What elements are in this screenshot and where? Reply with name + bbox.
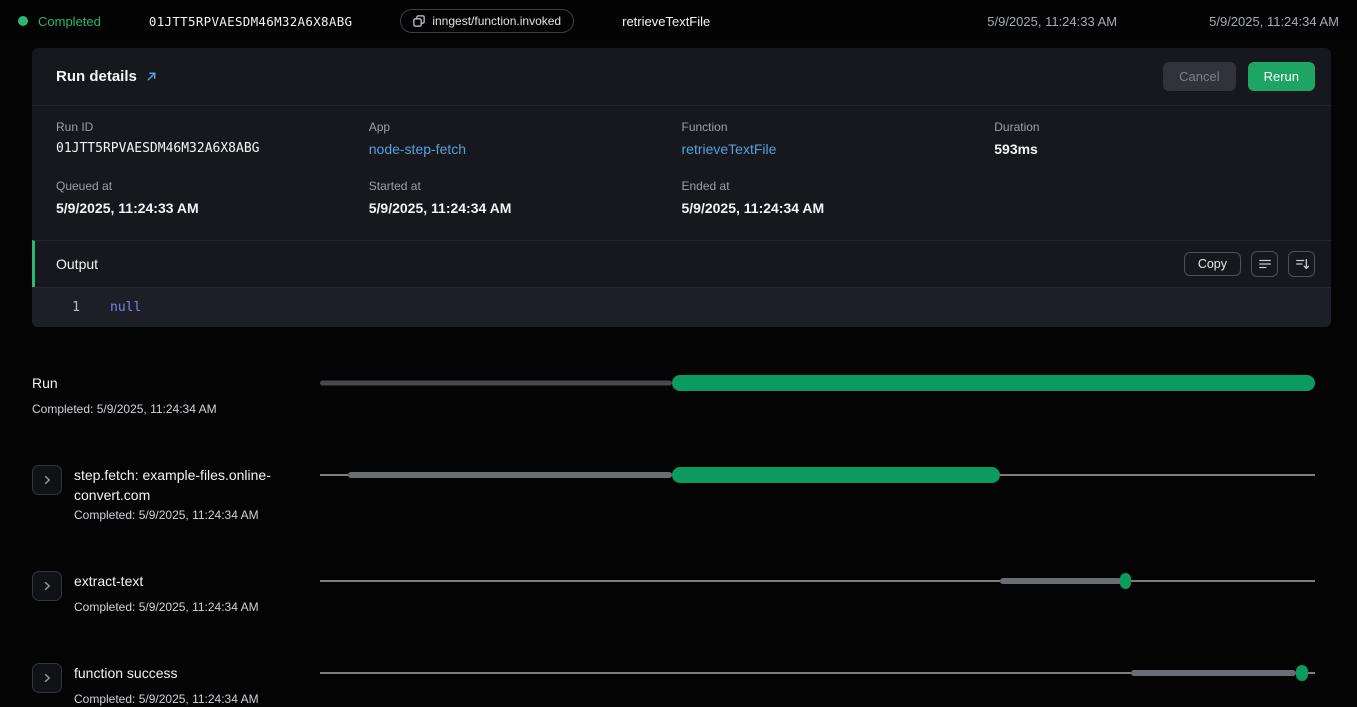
function-link[interactable]: retrieveTextFile — [682, 141, 995, 157]
topbar-left: Completed 01JTT5RPVAESDM46M32A6X8ABG inn… — [18, 9, 710, 33]
header-buttons: Cancel Rerun — [1163, 62, 1315, 91]
panel-title: Run details — [56, 68, 158, 85]
output-title: Output — [56, 256, 98, 272]
event-badge-label: inngest/function.invoked — [432, 14, 561, 28]
scroll-to-bottom-icon — [1295, 257, 1309, 271]
run-details-panel: Run details Cancel Rerun Run ID 01JTT5RP… — [32, 48, 1331, 327]
topbar-function-name: retrieveTextFile — [622, 14, 710, 29]
timeline-row-completed: Completed: 5/9/2025, 11:24:34 AM — [74, 692, 259, 707]
event-badge[interactable]: inngest/function.invoked — [400, 9, 574, 33]
output-header: Output Copy — [32, 240, 1331, 287]
cancel-button[interactable]: Cancel — [1163, 62, 1235, 91]
timeline-row-extract-text: extract-text Completed: 5/9/2025, 11:24:… — [0, 571, 1357, 615]
copy-button[interactable]: Copy — [1184, 252, 1241, 276]
field-run-id: Run ID 01JTT5RPVAESDM46M32A6X8ABG — [56, 120, 369, 157]
chevron-right-icon — [41, 474, 53, 486]
timeline-row-name: step.fetch: example-files.online-convert… — [74, 465, 306, 505]
timeline-row-function-success: function success Completed: 5/9/2025, 11… — [0, 663, 1357, 707]
timeline-row-name: Run — [32, 373, 217, 393]
timeline-row-info: Run Completed: 5/9/2025, 11:24:34 AM — [32, 373, 320, 417]
timeline-row-completed: Completed: 5/9/2025, 11:24:34 AM — [74, 508, 306, 523]
status-label: Completed — [38, 14, 101, 29]
run-details-fields: Run ID 01JTT5RPVAESDM46M32A6X8ABG App no… — [32, 106, 1331, 240]
field-function: Function retrieveTextFile — [682, 120, 995, 157]
field-value-run-id: 01JTT5RPVAESDM46M32A6X8ABG — [56, 141, 369, 156]
timeline-row-info: extract-text Completed: 5/9/2025, 11:24:… — [32, 571, 320, 615]
timeline-track-run[interactable] — [320, 367, 1315, 399]
run-status: Completed — [18, 14, 101, 29]
timeline-baseline — [320, 581, 1315, 582]
timeline-segment-active — [672, 375, 1315, 391]
timeline-row-step-fetch: step.fetch: example-files.online-convert… — [0, 465, 1357, 523]
field-app: App node-step-fetch — [369, 120, 682, 157]
topbar-run-id: 01JTT5RPVAESDM46M32A6X8ABG — [149, 14, 352, 29]
timeline-row-info: step.fetch: example-files.online-convert… — [32, 465, 320, 523]
timeline-segment-active — [1296, 665, 1308, 681]
timeline-segment-wait — [348, 472, 672, 478]
field-label: Function — [682, 120, 995, 134]
started-timestamp: 5/9/2025, 11:24:34 AM — [1209, 14, 1339, 29]
topbar-timestamps: 5/9/2025, 11:24:33 AM 5/9/2025, 11:24:34… — [987, 14, 1339, 29]
external-link-icon[interactable] — [145, 70, 158, 83]
timeline-segment-active — [672, 467, 999, 483]
timeline-segment-wait — [1000, 578, 1122, 584]
rerun-button[interactable]: Rerun — [1248, 62, 1315, 91]
field-label: App — [369, 120, 682, 134]
field-ended-at: Ended at 5/9/2025, 11:24:34 AM — [682, 179, 995, 216]
run-details-header: Run details Cancel Rerun — [32, 48, 1331, 106]
wrap-text-icon — [1258, 257, 1272, 271]
scroll-to-bottom-button[interactable] — [1288, 251, 1315, 277]
event-icon — [413, 15, 425, 27]
timeline-row-name: function success — [74, 663, 259, 683]
field-value-started-at: 5/9/2025, 11:24:34 AM — [369, 200, 682, 216]
field-queued-at: Queued at 5/9/2025, 11:24:33 AM — [56, 179, 369, 216]
field-started-at: Started at 5/9/2025, 11:24:34 AM — [369, 179, 682, 216]
field-value-ended-at: 5/9/2025, 11:24:34 AM — [682, 200, 995, 216]
field-value-queued-at: 5/9/2025, 11:24:33 AM — [56, 200, 369, 216]
topbar: Completed 01JTT5RPVAESDM46M32A6X8ABG inn… — [0, 0, 1357, 42]
field-label: Queued at — [56, 179, 369, 193]
timeline-row-completed: Completed: 5/9/2025, 11:24:34 AM — [74, 600, 259, 615]
timeline-segment-wait — [1131, 670, 1296, 676]
field-duration: Duration 593ms — [994, 120, 1307, 157]
field-label: Started at — [369, 179, 682, 193]
timeline-row-completed: Completed: 5/9/2025, 11:24:34 AM — [32, 402, 217, 417]
expand-step-fetch-button[interactable] — [32, 465, 62, 495]
field-label: Run ID — [56, 120, 369, 134]
expand-function-success-button[interactable] — [32, 663, 62, 693]
chevron-right-icon — [41, 672, 53, 684]
run-timeline: Run Completed: 5/9/2025, 11:24:34 AM ste… — [0, 373, 1357, 707]
run-details-title: Run details — [56, 68, 137, 85]
timeline-track-extract-text[interactable] — [320, 565, 1315, 597]
chevron-right-icon — [41, 580, 53, 592]
timeline-row-name: extract-text — [74, 571, 259, 591]
field-label: Duration — [994, 120, 1307, 134]
wrap-text-button[interactable] — [1251, 251, 1278, 277]
timeline-segment-active — [1120, 573, 1131, 589]
field-value-duration: 593ms — [994, 141, 1307, 157]
output-code-value: null — [110, 300, 141, 315]
timeline-row-run: Run Completed: 5/9/2025, 11:24:34 AM — [0, 373, 1357, 417]
timeline-segment-wait-dark — [320, 381, 672, 386]
output-code-area[interactable]: 1 null — [32, 287, 1331, 327]
output-actions: Copy — [1184, 251, 1315, 277]
line-number: 1 — [32, 300, 110, 315]
app-link[interactable]: node-step-fetch — [369, 141, 682, 157]
status-dot-icon — [18, 16, 28, 26]
timeline-track-step-fetch[interactable] — [320, 459, 1315, 491]
timeline-row-info: function success Completed: 5/9/2025, 11… — [32, 663, 320, 707]
queued-timestamp: 5/9/2025, 11:24:33 AM — [987, 14, 1117, 29]
expand-extract-text-button[interactable] — [32, 571, 62, 601]
timeline-track-function-success[interactable] — [320, 657, 1315, 689]
field-label: Ended at — [682, 179, 995, 193]
